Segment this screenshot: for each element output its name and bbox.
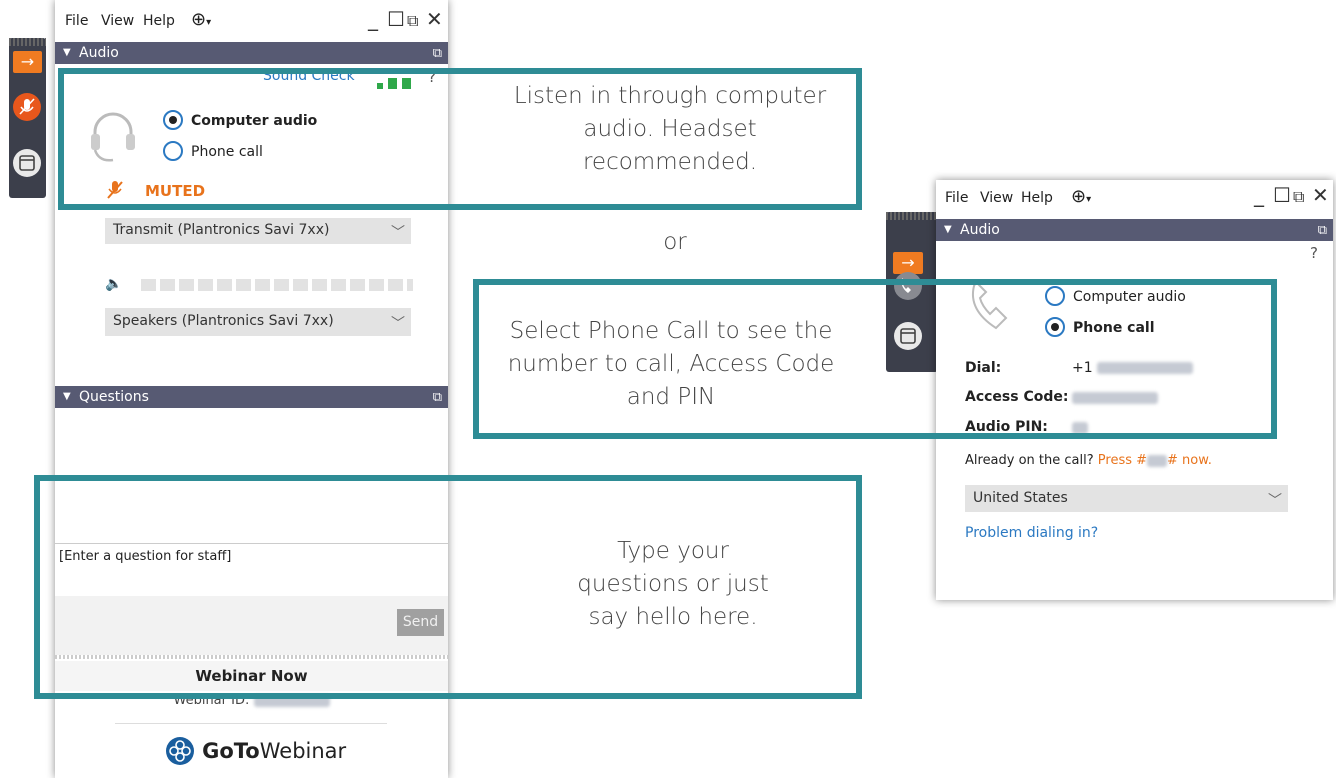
globe-language-icon[interactable]: ⊕▾ <box>1071 186 1091 207</box>
microphone-select[interactable]: Transmit (Plantronics Savi 7xx) ﹀ <box>105 218 411 244</box>
divider <box>115 723 387 724</box>
close-icon[interactable]: ✕ <box>1312 184 1329 206</box>
close-icon[interactable]: ✕ <box>426 8 443 30</box>
grabber-dots <box>886 212 938 220</box>
pin-redacted <box>1147 454 1168 467</box>
collapse-triangle-icon: ▼ <box>63 47 71 58</box>
callout-or-text: or <box>663 229 687 255</box>
microphone-select-value: Transmit (Plantronics Savi 7xx) <box>113 222 330 238</box>
globe-language-icon[interactable]: ⊕▾ <box>191 9 211 30</box>
restore-icon[interactable]: ⧉ <box>407 10 418 32</box>
menu-help[interactable]: Help <box>1021 190 1053 206</box>
menu-view[interactable]: View <box>101 13 134 29</box>
country-select-value: United States <box>973 490 1068 506</box>
menu-view[interactable]: View <box>980 190 1013 206</box>
brand-goto: GoTo <box>202 739 260 763</box>
problem-dialing-link[interactable]: Problem dialing in? <box>965 525 1098 541</box>
speaker-select-value: Speakers (Plantronics Savi 7xx) <box>113 313 334 329</box>
left-side-toolbar: → <box>9 38 46 198</box>
gotowebinar-flower-icon <box>166 737 194 765</box>
speaker-level-meter <box>141 279 413 291</box>
collapse-triangle-icon: ▼ <box>63 391 71 402</box>
maximize-icon[interactable]: ☐ <box>1273 184 1291 206</box>
maximize-icon[interactable]: ☐ <box>387 8 405 30</box>
collapse-triangle-icon: ▼ <box>944 224 952 235</box>
speaker-volume-icon: 🔈 <box>105 276 123 292</box>
popout-icon[interactable]: ⧉ <box>433 387 442 409</box>
country-select[interactable]: United States ﹀ <box>965 485 1288 512</box>
audio-section-header[interactable]: ▼ Audio ⧉ <box>55 42 448 64</box>
already-on-call-text: Already on the call? <box>965 453 1094 468</box>
minimize-icon[interactable]: _ <box>1254 184 1264 206</box>
questions-header-label: Questions <box>79 389 149 405</box>
callout-computer-audio-text: Listen in through computer audio. Headse… <box>513 83 827 175</box>
minimize-icon[interactable]: _ <box>368 8 378 30</box>
window-icon <box>19 155 35 171</box>
popout-icon[interactable]: ⧉ <box>433 43 442 65</box>
menu-bar: File View Help ⊕▾ _ ☐ ⧉ ✕ <box>55 0 448 42</box>
help-icon[interactable]: ? <box>1310 244 1318 262</box>
menu-help[interactable]: Help <box>143 13 175 29</box>
already-on-call-row: Already on the call? Press # # now. <box>965 453 1212 468</box>
show-panel-arrow-button[interactable]: → <box>893 252 923 274</box>
restore-icon[interactable]: ⧉ <box>1293 186 1304 208</box>
window-button[interactable] <box>13 149 41 177</box>
speaker-select[interactable]: Speakers (Plantronics Savi 7xx) ﹀ <box>105 308 411 336</box>
menu-bar: File View Help ⊕▾ _ ☐ ⧉ ✕ <box>936 180 1333 220</box>
brand-webinar: Webinar <box>259 739 347 763</box>
audio-header-label: Audio <box>79 45 119 61</box>
chevron-down-icon: ﹀ <box>391 225 405 241</box>
mic-muted-icon <box>19 98 35 115</box>
press-prefix: Press # <box>1097 453 1148 468</box>
press-suffix: # now. <box>1167 453 1212 468</box>
audio-section-header[interactable]: ▼ Audio ⧉ <box>936 219 1333 241</box>
callout-phone-call-text: Select Phone Call to see the number to c… <box>507 318 835 410</box>
chevron-down-icon: ﹀ <box>391 316 405 332</box>
questions-section-header[interactable]: ▼ Questions ⧉ <box>55 386 448 408</box>
mic-muted-button[interactable] <box>13 93 41 121</box>
gotowebinar-logo: GoToWebinar <box>165 736 346 766</box>
chevron-down-icon: ﹀ <box>1268 493 1282 509</box>
show-panel-arrow-button[interactable]: → <box>13 51 42 73</box>
popout-icon[interactable]: ⧉ <box>1318 220 1327 242</box>
grabber-dots <box>9 38 46 46</box>
audio-header-label: Audio <box>960 222 1000 238</box>
menu-file[interactable]: File <box>65 13 88 29</box>
menu-file[interactable]: File <box>945 190 968 206</box>
callout-questions-text: Type your questions or just say hello he… <box>577 538 769 630</box>
